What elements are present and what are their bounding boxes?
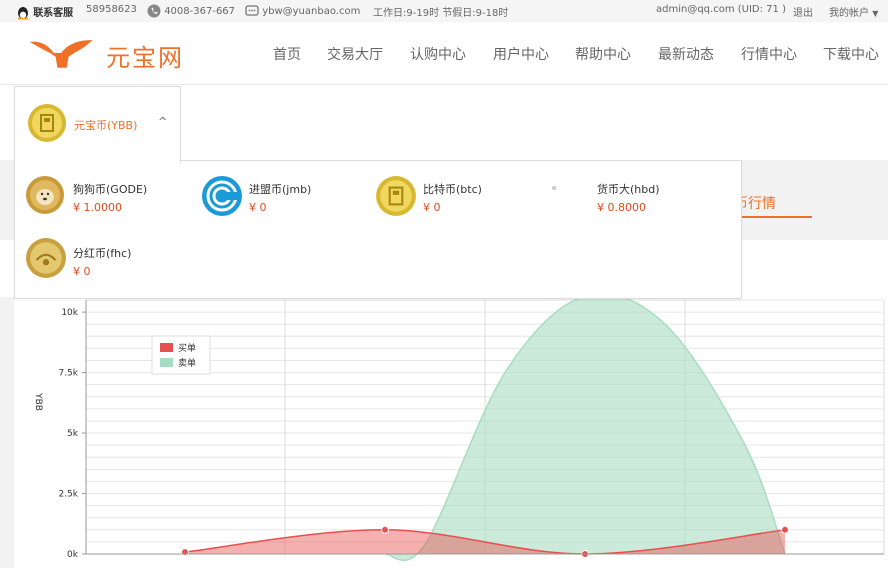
y-tick-label: 0k <box>67 550 79 560</box>
legend-swatch <box>160 343 173 352</box>
my-account-link[interactable]: 我的帐户 ▼ <box>829 4 878 19</box>
btc-coin-icon <box>376 176 416 216</box>
coin-item-hbd[interactable]: 货币大(hbd) ¥ 0.8000 <box>549 173 709 223</box>
nav-subscription-center[interactable]: 认购中心 <box>410 44 466 64</box>
coin-item-btc[interactable]: 比特币(btc) ¥ 0 <box>375 173 535 223</box>
coin-dropdown: 狗狗币(GODE) ¥ 1.0000 进盟币(jmb) ¥ 0 比特币(btc)… <box>14 160 742 299</box>
legend-label: 买单 <box>178 342 196 354</box>
coin-item-gode[interactable]: 狗狗币(GODE) ¥ 1.0000 <box>25 173 185 223</box>
nav-home[interactable]: 首页 <box>273 44 301 64</box>
legend-label: 卖单 <box>178 357 196 369</box>
chat-bubble-icon <box>245 5 259 16</box>
service-label: 联系客服 <box>33 8 74 19</box>
my-account-label: 我的帐户 <box>829 8 869 19</box>
y-tick-label: 5k <box>67 429 79 439</box>
chevron-up-icon: ^ <box>158 115 168 128</box>
coin-price: ¥ 0 <box>73 265 91 278</box>
data-point[interactable] <box>181 548 189 557</box>
yuanbao-logo-icon[interactable] <box>26 34 100 72</box>
legend-swatch <box>160 358 173 367</box>
email-address: ybw@yuanbao.com <box>262 6 361 17</box>
coin-price: ¥ 0 <box>249 201 267 214</box>
header: 元宝网 首页 交易大厅 认购中心 用户中心 帮助中心 最新动态 行情中心 下载中… <box>0 22 888 85</box>
jmb-coin-icon <box>202 176 242 216</box>
coin-name: 货币大(hbd) <box>597 183 660 196</box>
phone-icon <box>147 4 161 18</box>
phone-info: 4008-367-667 <box>147 4 235 18</box>
y-axis-label: YBB <box>33 392 43 411</box>
logout-link[interactable]: 退出 <box>793 4 813 19</box>
y-tick-label: 7.5k <box>58 369 78 379</box>
coin-name: 进盟币(jmb) <box>249 183 312 196</box>
fhc-coin-icon <box>26 238 66 278</box>
top-bar: 联系客服 58958623 4008-367-667 ybw@yuanbao.c… <box>0 0 888 22</box>
y-tick-label: 10k <box>61 308 78 318</box>
coin-price: ¥ 0.8000 <box>597 201 646 214</box>
nav-help-center[interactable]: 帮助中心 <box>575 44 631 64</box>
customer-service[interactable]: 联系客服 <box>16 4 73 20</box>
data-point[interactable] <box>381 525 389 534</box>
phone-number: 4008-367-667 <box>164 6 236 17</box>
nav-latest-news[interactable]: 最新动态 <box>658 44 714 64</box>
hbd-coin-icon <box>552 186 556 190</box>
selected-coin-label: 元宝币(YBB) <box>74 119 138 132</box>
data-point[interactable] <box>781 525 789 534</box>
qq-number: 58958623 <box>86 4 137 15</box>
coin-name: 分红币(fhc) <box>73 247 132 260</box>
ybb-coin-icon <box>28 104 66 142</box>
nav-trading-hall[interactable]: 交易大厅 <box>327 44 383 64</box>
coin-selector[interactable]: 元宝币(YBB) ^ <box>14 86 181 163</box>
user-account-id[interactable]: admin@qq.com (UID: 71 ) <box>656 4 786 15</box>
depth-chart: 0k 2.5k 5k 7.5k 10k YBB 买单卖单 <box>0 297 888 568</box>
nav-download-center[interactable]: 下载中心 <box>823 44 879 64</box>
coin-name: 狗狗币(GODE) <box>73 183 148 196</box>
coin-item-fhc[interactable]: 分红币(fhc) ¥ 0 <box>25 237 185 287</box>
coin-name: 比特币(btc) <box>423 183 482 196</box>
coin-item-jmb[interactable]: 进盟币(jmb) ¥ 0 <box>201 173 361 223</box>
nav-user-center[interactable]: 用户中心 <box>493 44 549 64</box>
doge-coin-icon <box>26 176 64 214</box>
caret-down-icon: ▼ <box>872 9 879 18</box>
qq-penguin-icon <box>18 7 28 20</box>
logo-text[interactable]: 元宝网 <box>106 38 184 73</box>
coin-price: ¥ 1.0000 <box>73 201 122 214</box>
work-hours: 工作日:9-19时 节假日:9-18时 <box>373 8 509 19</box>
y-tick-label: 2.5k <box>58 490 78 500</box>
coin-price: ¥ 0 <box>423 201 441 214</box>
email-info[interactable]: ybw@yuanbao.com <box>245 4 360 18</box>
nav-market-center[interactable]: 行情中心 <box>741 44 797 64</box>
